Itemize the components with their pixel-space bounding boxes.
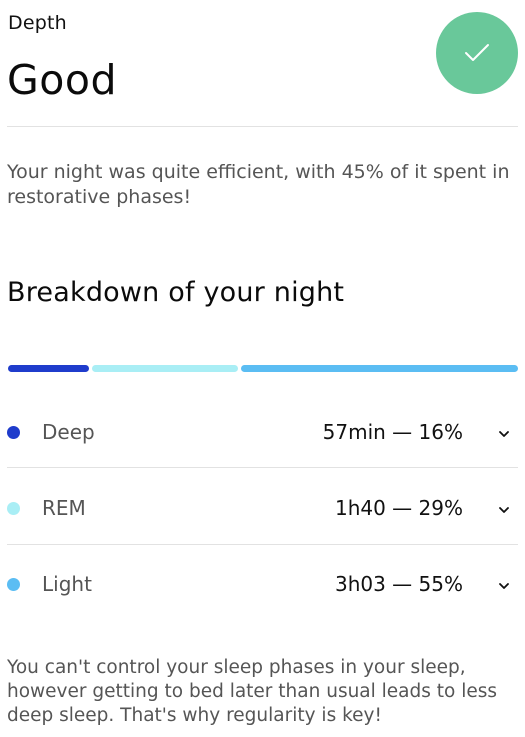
metric-label: Depth bbox=[8, 12, 67, 34]
phase-value: 57min — 16% bbox=[322, 420, 463, 444]
phase-row-rem[interactable]: REM 1h40 — 29% bbox=[7, 471, 518, 547]
phase-value: 3h03 — 55% bbox=[334, 572, 463, 596]
section-title: Breakdown of your night bbox=[7, 277, 345, 308]
phase-name: Light bbox=[42, 572, 92, 596]
row-divider bbox=[7, 467, 518, 468]
depth-header: Depth Good bbox=[0, 0, 525, 126]
bar-segment-rem bbox=[91, 365, 238, 372]
phase-name: REM bbox=[42, 496, 86, 520]
rem-dot bbox=[7, 502, 20, 515]
bar-segment-light bbox=[240, 365, 518, 372]
bar-segment-deep bbox=[8, 365, 89, 372]
chevron-down-icon[interactable] bbox=[498, 580, 510, 592]
phase-value: 1h40 — 29% bbox=[334, 496, 463, 520]
row-divider bbox=[7, 544, 518, 545]
phase-name: Deep bbox=[42, 420, 95, 444]
phase-row-deep[interactable]: Deep 57min — 16% bbox=[7, 395, 518, 471]
footer-note: You can't control your sleep phases in y… bbox=[7, 657, 498, 726]
deep-dot bbox=[7, 426, 20, 439]
header-divider bbox=[7, 126, 518, 127]
phase-distribution-bar bbox=[8, 365, 518, 372]
summary-text: Your night was quite efficient, with 45%… bbox=[7, 161, 510, 208]
chevron-down-icon[interactable] bbox=[498, 428, 510, 440]
check-icon bbox=[465, 44, 489, 61]
light-dot bbox=[7, 578, 20, 591]
phase-row-light[interactable]: Light 3h03 — 55% bbox=[7, 547, 518, 623]
rating-value: Good bbox=[7, 56, 117, 104]
status-badge bbox=[436, 12, 518, 94]
chevron-down-icon[interactable] bbox=[498, 504, 510, 516]
